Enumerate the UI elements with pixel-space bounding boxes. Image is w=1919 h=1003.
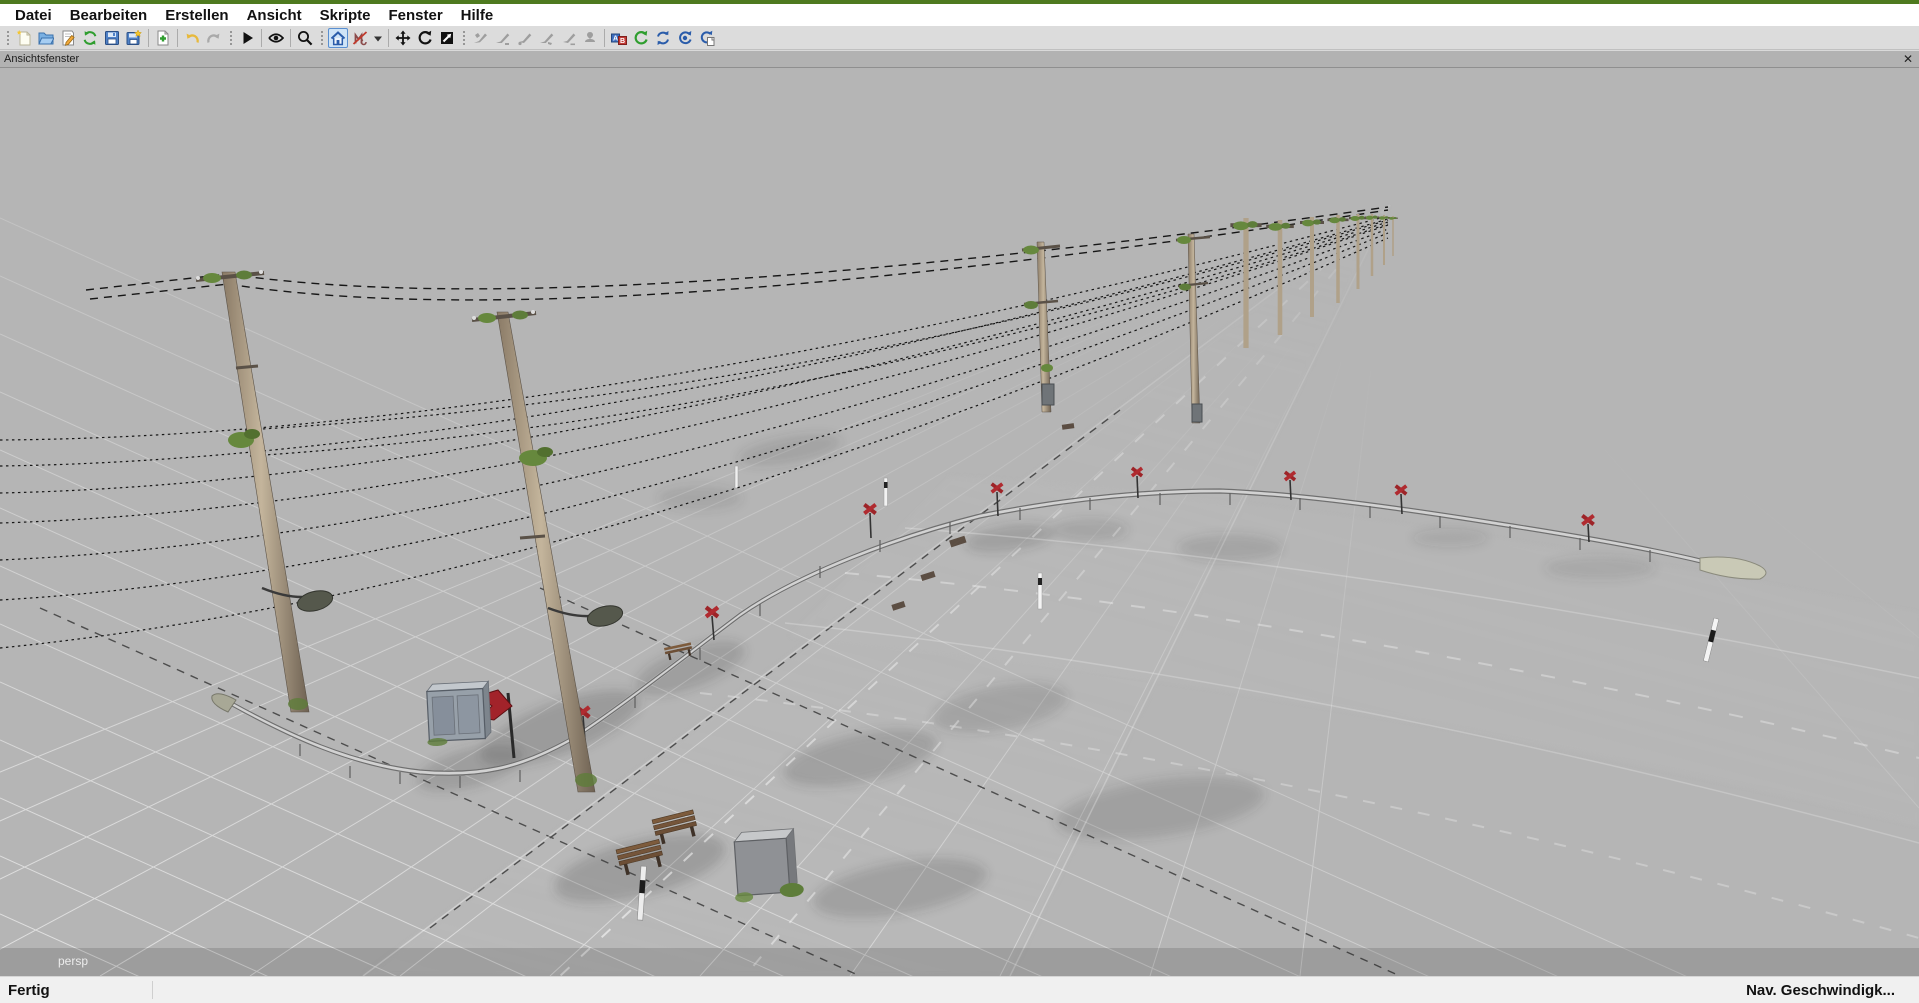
menu-erstellen[interactable]: Erstellen xyxy=(156,7,237,24)
viewport-close-button[interactable]: ✕ xyxy=(1897,51,1919,67)
rotate-tool-icon[interactable] xyxy=(415,28,435,48)
nav-speed-label[interactable]: Nav. Geschwindigk... xyxy=(1746,982,1919,999)
app-root: Datei Bearbeiten Erstellen Ansicht Skrip… xyxy=(0,0,1919,1003)
open-folder-icon[interactable] xyxy=(36,28,56,48)
toolbar-grip[interactable] xyxy=(319,29,324,47)
svg-text:A: A xyxy=(613,35,618,42)
disabled-tool-3-icon[interactable] xyxy=(514,28,534,48)
switch-cabinet[interactable] xyxy=(424,681,491,746)
blue-sync-icon[interactable] xyxy=(653,28,673,48)
viewport-3d-scene[interactable] xyxy=(0,68,1919,976)
save-icon[interactable] xyxy=(102,28,122,48)
refresh-icon[interactable] xyxy=(80,28,100,48)
move-tool-icon[interactable] xyxy=(393,28,413,48)
menu-skripte[interactable]: Skripte xyxy=(311,7,380,24)
svg-text:B: B xyxy=(620,38,625,45)
disabled-tool-6-icon[interactable] xyxy=(580,28,600,48)
toolbar-grip[interactable] xyxy=(5,29,10,47)
disabled-tool-5-icon[interactable] xyxy=(558,28,578,48)
add-file-icon[interactable] xyxy=(153,28,173,48)
blue-refresh-gear-icon[interactable] xyxy=(675,28,695,48)
scale-tool-icon[interactable] xyxy=(437,28,457,48)
disabled-tool-1-icon[interactable] xyxy=(470,28,490,48)
play-icon[interactable] xyxy=(237,28,257,48)
camera-strip xyxy=(0,948,1919,976)
disabled-tool-4-icon[interactable] xyxy=(536,28,556,48)
viewport-title-bar: Ansichtsfenster ✕ xyxy=(0,50,1919,68)
disabled-tool-2-icon[interactable] xyxy=(492,28,512,48)
pole-switch-box[interactable] xyxy=(1042,384,1054,405)
green-refresh-icon[interactable] xyxy=(631,28,651,48)
concrete-cabinet[interactable] xyxy=(731,828,805,903)
pole-switch-box[interactable] xyxy=(1192,404,1202,422)
edit-file-icon[interactable] xyxy=(58,28,78,48)
menu-ansicht[interactable]: Ansicht xyxy=(238,7,311,24)
menu-bar: Datei Bearbeiten Erstellen Ansicht Skrip… xyxy=(0,4,1919,26)
toolbar-grip[interactable] xyxy=(461,29,466,47)
toolbar-grip[interactable] xyxy=(228,29,233,47)
dropdown-arrow-icon[interactable] xyxy=(372,28,384,48)
eye-icon[interactable] xyxy=(266,28,286,48)
zoom-icon[interactable] xyxy=(295,28,315,48)
status-bar: Fertig Nav. Geschwindigk... xyxy=(0,976,1919,1003)
blue-refresh-page-icon[interactable] xyxy=(697,28,717,48)
menu-datei[interactable]: Datei xyxy=(6,7,61,24)
status-separator xyxy=(152,981,153,999)
status-message: Fertig xyxy=(0,982,152,999)
visibility-toggle-icon[interactable] xyxy=(350,28,370,48)
save-as-icon[interactable] xyxy=(124,28,144,48)
main-toolbar: AB xyxy=(0,26,1919,50)
camera-label: persp xyxy=(58,954,88,968)
menu-bearbeiten[interactable]: Bearbeiten xyxy=(61,7,157,24)
redo-icon[interactable] xyxy=(204,28,224,48)
new-file-icon[interactable] xyxy=(14,28,34,48)
menu-fenster[interactable]: Fenster xyxy=(379,7,451,24)
undo-icon[interactable] xyxy=(182,28,202,48)
viewport-3d[interactable]: persp xyxy=(0,68,1919,976)
home-icon[interactable] xyxy=(328,28,348,48)
viewport-title: Ansichtsfenster xyxy=(0,53,1897,65)
abc-blocks-icon[interactable]: AB xyxy=(609,28,629,48)
menu-hilfe[interactable]: Hilfe xyxy=(452,7,503,24)
